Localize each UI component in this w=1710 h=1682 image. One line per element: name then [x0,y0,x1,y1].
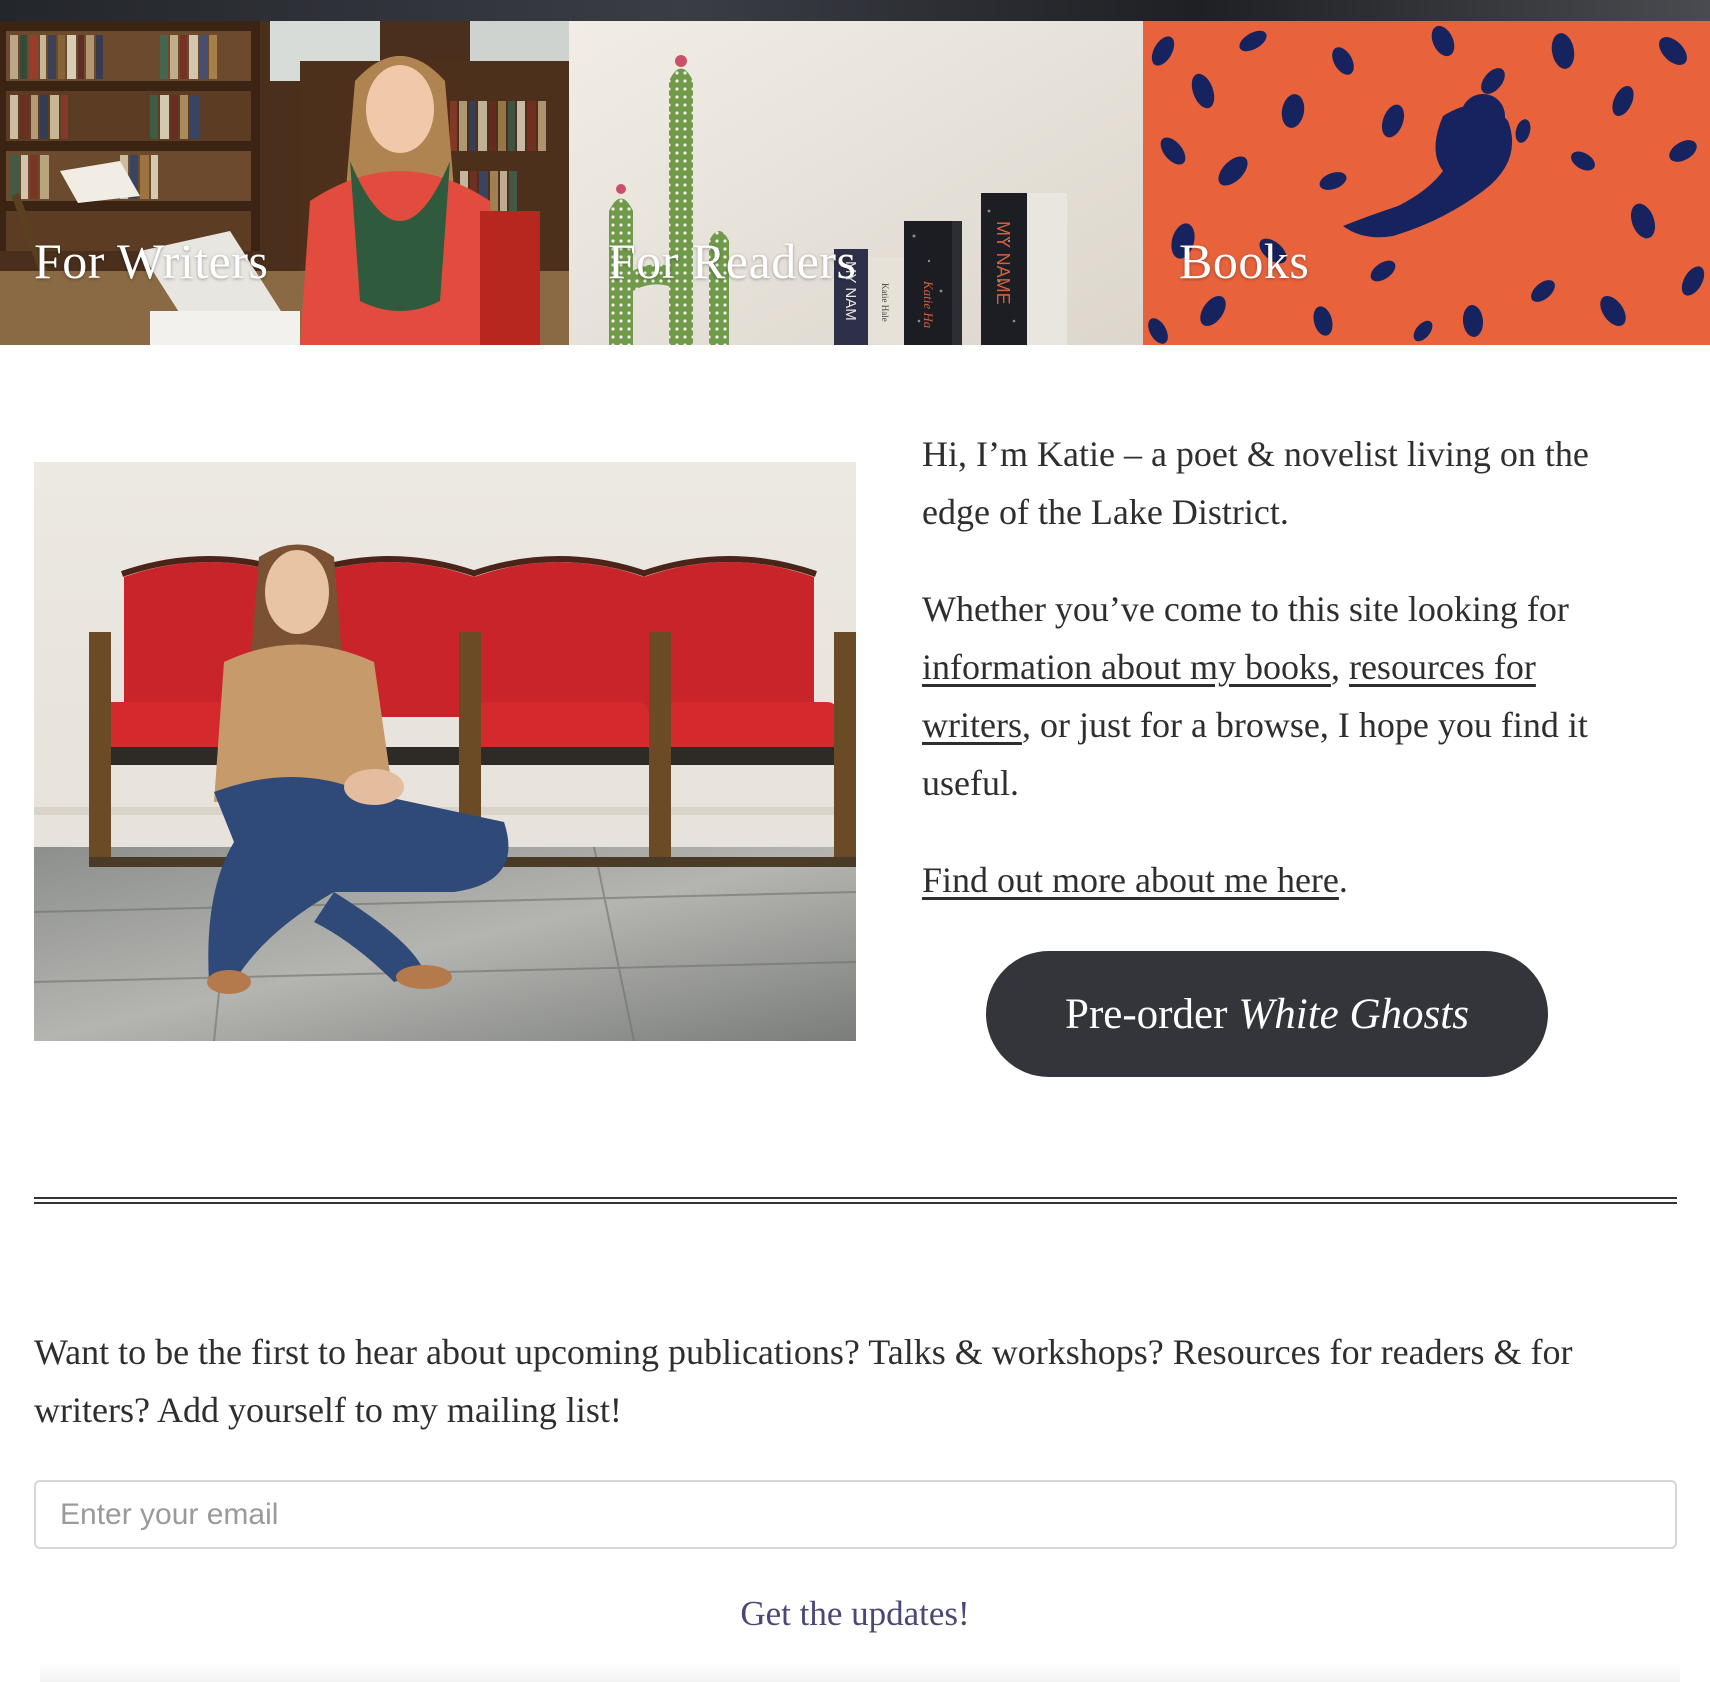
newsletter-text: Want to be the first to hear about upcom… [34,1332,1573,1430]
book-spine-3: Katie Ha [921,280,936,329]
tile-books-label[interactable]: Books [1179,232,1309,290]
tile-for-writers[interactable]: For Writers [0,21,569,345]
intro-para2-prefix: Whether you’ve come to this site looking… [922,589,1569,629]
about-suffix: . [1338,860,1348,900]
hero-tiles: For Writers MY NAM Katie Hale Katie Ha M… [0,21,1710,345]
about-me-link[interactable]: Find out more about me here [922,860,1339,900]
intro-para2-suffix: , or just for a browse, I hope you find … [922,705,1588,803]
intro-para2-mid: , [1330,647,1349,687]
book-cover-pattern [1143,21,1710,345]
bottom-shadow [40,1664,1680,1682]
preorder-prefix: Pre-order [1065,990,1228,1038]
author-portrait-photo [34,462,856,1041]
preorder-book-title: White Ghosts [1238,990,1469,1038]
email-input[interactable] [34,1480,1677,1549]
intro-paragraph: Whether you’ve come to this site looking… [922,580,1642,812]
tile-books[interactable]: Books [1143,21,1710,345]
tile-for-writers-label[interactable]: For Writers [34,232,268,290]
writer-at-desk-photo [0,21,569,345]
about-line: Find out more about me here. [922,851,1642,909]
section-divider [34,1197,1677,1204]
get-updates-button[interactable]: Get the updates! [0,1594,1710,1634]
top-banner-strip [0,0,1710,21]
tile-for-readers[interactable]: MY NAM Katie Hale Katie Ha MY NAME For R… [569,21,1143,345]
book-spine-4: MY NAME [993,221,1013,305]
cactus-and-books-photo: MY NAM Katie Hale Katie Ha MY NAME [569,21,1143,345]
books-info-link[interactable]: information about my books [922,647,1331,687]
book-spine-2: Katie Hale [880,283,890,322]
preorder-button[interactable]: Pre-order White Ghosts [986,951,1548,1077]
intro-text: Hi, I’m Katie – a poet & novelist living… [922,425,1642,948]
intro-greeting: Hi, I’m Katie – a poet & novelist living… [922,434,1589,532]
tile-for-readers-label[interactable]: For Readers [608,232,857,290]
